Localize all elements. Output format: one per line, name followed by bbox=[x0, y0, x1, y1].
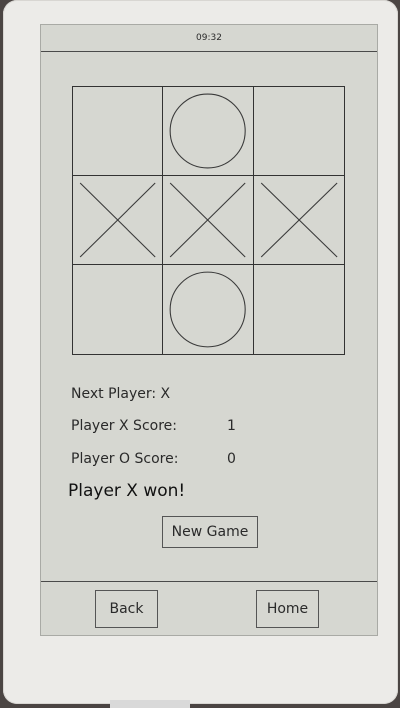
board-cell-7[interactable] bbox=[73, 265, 164, 354]
player-x-score-value: 1 bbox=[227, 418, 236, 434]
o-mark-icon bbox=[169, 271, 247, 348]
bottom-nav-bar: Back Home bbox=[41, 581, 377, 636]
board-cell-4[interactable] bbox=[73, 176, 164, 265]
board-cell-2[interactable] bbox=[163, 87, 254, 176]
board-cell-6[interactable] bbox=[253, 176, 344, 265]
ereader-device: 09:32 Next Player: X Player X Score: 1 P… bbox=[3, 0, 398, 704]
board-cell-8[interactable] bbox=[163, 265, 254, 354]
screen: 09:32 Next Player: X Player X Score: 1 P… bbox=[40, 24, 378, 636]
board-cell-1[interactable] bbox=[73, 87, 164, 176]
home-button[interactable]: Home bbox=[256, 590, 319, 628]
board-cell-5[interactable] bbox=[163, 176, 254, 265]
board-cell-9[interactable] bbox=[254, 265, 344, 354]
usb-cable bbox=[110, 700, 190, 708]
player-o-score-label: Player O Score: bbox=[71, 451, 179, 467]
o-mark-icon bbox=[169, 93, 247, 169]
x-mark-icon bbox=[79, 182, 156, 258]
tic-tac-toe-board bbox=[72, 86, 345, 355]
game-result-text: Player X won! bbox=[68, 481, 186, 501]
x-mark-icon bbox=[260, 182, 338, 258]
x-mark-icon bbox=[170, 182, 246, 258]
status-bar: 09:32 bbox=[41, 25, 377, 52]
back-button[interactable]: Back bbox=[95, 590, 158, 628]
next-player-label: Next Player: X bbox=[71, 386, 171, 402]
new-game-button[interactable]: New Game bbox=[162, 516, 258, 548]
player-o-score-value: 0 bbox=[227, 451, 236, 467]
board-cell-3[interactable] bbox=[253, 87, 344, 176]
clock: 09:32 bbox=[196, 33, 222, 43]
player-x-score-label: Player X Score: bbox=[71, 418, 177, 434]
